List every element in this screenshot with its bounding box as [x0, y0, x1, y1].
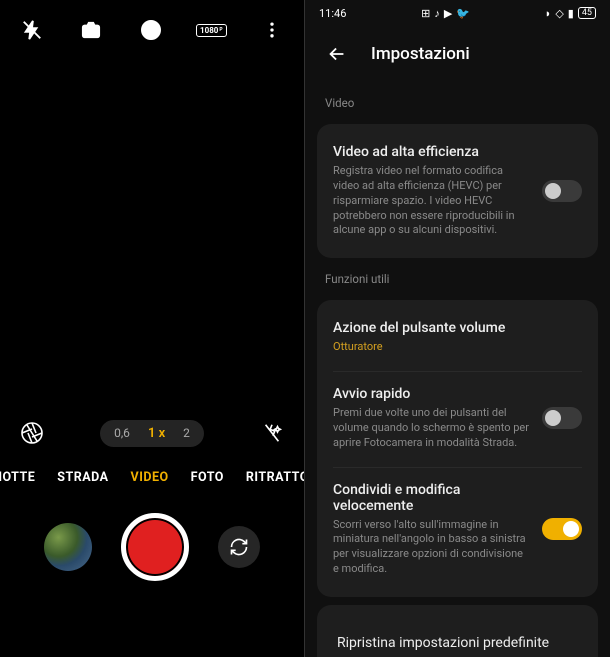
status-icons-right: ◗ ◇ ▮ 45 [545, 7, 596, 20]
status-bar: 11:46 ⊞ ♪ ▶ 🐦 ◗ ◇ ▮ 45 [305, 0, 610, 26]
card-video: Video ad alta efficienza Registra video … [317, 124, 598, 258]
mode-strada[interactable]: STRADA [57, 470, 108, 485]
share-toggle[interactable] [542, 518, 582, 540]
camera-app: AI 1080P 0,6 1 x 2 NOTTE STRADA VIDEO FO… [0, 0, 305, 657]
mode-video[interactable]: VIDEO [131, 470, 169, 485]
volume-title: Azione del pulsante volume [333, 320, 582, 336]
row-quick[interactable]: Avvio rapido Premi due volte uno dei pul… [333, 371, 582, 457]
camera-viewfinder[interactable] [0, 60, 304, 410]
card-links: Ripristina impostazioni predefinite Info… [317, 605, 598, 657]
card-funzioni: Azione del pulsante volume Otturatore Av… [317, 300, 598, 597]
section-video: Video [305, 88, 610, 118]
camera-toolbar: AI 1080P [0, 0, 304, 60]
vibrate-icon: ◗ [545, 7, 552, 20]
row-share[interactable]: Condividi e modifica velocemente Scorri … [333, 467, 582, 583]
quick-toggle[interactable] [542, 407, 582, 429]
youtube-icon: ▶ [444, 7, 452, 20]
row-volume[interactable]: Azione del pulsante volume Otturatore [333, 314, 582, 361]
settings-header: Impostazioni [305, 26, 610, 88]
more-menu-icon[interactable] [258, 16, 286, 44]
flash-off-icon[interactable] [18, 16, 46, 44]
signal-icon: ▮ [568, 7, 574, 20]
share-sub: Scorri verso l'alto sull'immagine in min… [333, 518, 530, 577]
mode-notte[interactable]: NOTTE [0, 470, 35, 485]
flip-camera-button[interactable] [218, 526, 260, 568]
resolution-value: 1080 [200, 26, 218, 35]
quick-title: Avvio rapido [333, 386, 530, 402]
camera-settings-icon[interactable] [77, 16, 105, 44]
mode-ritratto[interactable]: RITRATTO [246, 470, 304, 485]
page-title: Impostazioni [371, 44, 470, 64]
share-title: Condividi e modifica velocemente [333, 482, 530, 514]
resolution-suffix: P [219, 27, 222, 33]
twitter-icon: 🐦 [456, 7, 470, 20]
hevc-sub: Registra video nel formato codifica vide… [333, 164, 530, 238]
hevc-title: Video ad alta efficienza [333, 144, 530, 160]
status-icons-left: ⊞ ♪ ▶ 🐦 [421, 7, 470, 20]
ai-mode-icon[interactable]: AI [137, 16, 165, 44]
mode-foto[interactable]: FOTO [191, 470, 224, 485]
section-funzioni: Funzioni utili [305, 264, 610, 294]
resolution-badge[interactable]: 1080P [196, 24, 227, 37]
settings-app: 11:46 ⊞ ♪ ▶ 🐦 ◗ ◇ ▮ 45 Impostazioni Vide… [305, 0, 610, 657]
row-reset[interactable]: Ripristina impostazioni predefinite [333, 619, 582, 657]
zoom-row: 0,6 1 x 2 [0, 410, 304, 456]
hevc-toggle[interactable] [542, 180, 582, 202]
reset-label: Ripristina impostazioni predefinite [337, 635, 549, 651]
camera-controls [0, 499, 304, 611]
mode-selector[interactable]: NOTTE STRADA VIDEO FOTO RITRATTO [0, 456, 304, 499]
quick-sub: Premi due volte uno dei pulsanti del vol… [333, 406, 530, 451]
status-time: 11:46 [319, 7, 346, 20]
back-button[interactable] [323, 40, 351, 68]
svg-text:AI: AI [147, 27, 155, 37]
volume-sub: Otturatore [333, 340, 582, 355]
android-icon: ⊞ [421, 7, 430, 20]
tiktok-icon: ♪ [434, 7, 440, 20]
filters-icon[interactable] [258, 419, 286, 447]
battery-badge: 45 [578, 7, 596, 19]
aperture-icon[interactable] [18, 419, 46, 447]
gallery-thumbnail[interactable] [44, 523, 92, 571]
row-hevc[interactable]: Video ad alta efficienza Registra video … [333, 138, 582, 244]
zoom-2[interactable]: 2 [183, 426, 190, 440]
wifi-icon: ◇ [555, 7, 563, 20]
record-button[interactable] [121, 513, 189, 581]
zoom-1x[interactable]: 1 x [148, 426, 165, 441]
zoom-0.6[interactable]: 0,6 [114, 426, 130, 440]
zoom-selector[interactable]: 0,6 1 x 2 [100, 420, 204, 447]
